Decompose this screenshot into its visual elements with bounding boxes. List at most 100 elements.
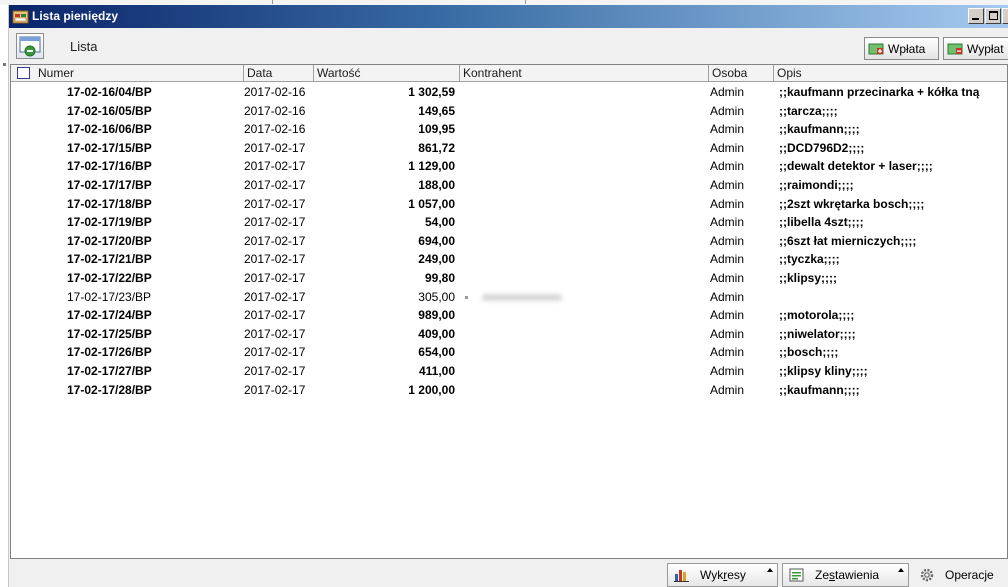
money-list[interactable]: Numer Data Wartość Kontrahent Osoba Opis… [10,64,1008,559]
table-row[interactable]: 17-02-17/22/BP 2017-02-17 99,80 Admin ;;klip… [11,269,1007,288]
column-header-opis[interactable]: Opis [773,65,1007,82]
cell-data: 2017-02-17 [244,289,306,304]
cell-kontrahent [465,250,705,269]
cell-data: 2017-02-17 [244,326,306,341]
zestawienia-label-c: tawienia [835,568,880,582]
wykresy-label-c: esy [727,568,746,582]
cell-numer: 17-02-16/06/BP [67,122,152,137]
wyplata-label: Wypłat [967,41,1004,56]
redaction-dot [465,295,468,299]
cell-wartosc: 99,80 [424,270,455,285]
table-row[interactable]: 17-02-17/25/BP 2017-02-17 409,00 Admin ;;niw… [11,325,1007,344]
cell-opis: ;;6szt łat mierniczych;;;; [779,233,917,248]
table-row[interactable]: 17-02-16/06/BP 2017-02-16 109,95 Admin ;;kau… [11,120,1007,139]
top-tick [272,0,273,4]
column-header-data[interactable]: Data [243,65,313,82]
table-row[interactable]: 17-02-16/04/BP 2017-02-16 1 302,59 Admin ;;k… [11,83,1007,102]
wykresy-button[interactable]: Wykresy [667,563,778,587]
list-view-button[interactable] [16,33,44,59]
toolbar: Lista Wpłata Wypłat [9,28,1008,64]
table-row[interactable]: 17-02-17/28/BP 2017-02-17 1 200,00 Admin ;;k… [11,381,1007,400]
list-header: Numer Data Wartość Kontrahent Osoba Opis [11,65,1007,82]
window-title: Lista pieniędzy [32,9,119,23]
column-header-kontrahent[interactable]: Kontrahent [459,65,708,82]
toolbar-title: Lista [70,39,98,54]
maximize-button[interactable] [985,8,1001,24]
cell-osoba: Admin [710,103,745,118]
cell-kontrahent [465,213,705,232]
cell-wartosc: 249,00 [418,252,455,267]
cell-kontrahent [465,269,705,288]
cell-data: 2017-02-17 [244,196,306,211]
cell-data: 2017-02-17 [244,308,306,323]
money-list-window: Lista pieniędzy Lista Wpłata Wypłat Nume… [9,5,1008,587]
table-row[interactable]: 17-02-17/18/BP 2017-02-17 1 057,00 Admin ;;2… [11,195,1007,214]
table-row[interactable]: 17-02-17/19/BP 2017-02-17 54,00 Admin ;;libe… [11,213,1007,232]
table-row[interactable]: 17-02-17/16/BP 2017-02-17 1 129,00 Admin ;;d… [11,157,1007,176]
table-row[interactable]: 17-02-17/21/BP 2017-02-17 249,00 Admin ;;tyc… [11,250,1007,269]
zestawienia-label-a: Ze [815,568,830,582]
column-header-wartosc[interactable]: Wartość [313,65,459,82]
list-rows: 17-02-16/04/BP 2017-02-16 1 302,59 Admin ;;k… [11,83,1007,399]
cell-osoba: Admin [710,289,745,304]
cell-opis: ;;tyczka;;;; [779,252,840,267]
zestawienia-button[interactable]: Zestawienia [782,563,909,587]
wykresy-label-a: Wyk [700,568,724,582]
column-header-numer[interactable]: Numer [35,65,243,82]
cell-data: 2017-02-17 [244,159,306,174]
cell-osoba: Admin [710,196,745,211]
table-row[interactable]: 17-02-17/24/BP 2017-02-17 989,00 Admin ;;mot… [11,306,1007,325]
cell-data: 2017-02-17 [244,345,306,360]
select-all-checkbox[interactable] [17,67,30,79]
cell-wartosc: 149,65 [418,103,455,118]
cell-data: 2017-02-17 [244,252,306,267]
cell-numer: 17-02-17/19/BP [67,215,152,230]
cell-data: 2017-02-17 [244,233,306,248]
column-header-osoba[interactable]: Osoba [708,65,773,82]
cell-kontrahent [465,157,705,176]
wplata-button[interactable]: Wpłata [864,37,939,60]
cell-kontrahent [465,362,705,381]
cell-osoba: Admin [710,122,745,137]
list-window-icon [19,36,41,57]
table-row[interactable]: 17-02-17/17/BP 2017-02-17 188,00 Admin ;;rai… [11,176,1007,195]
app-icon [12,10,29,24]
title-bar[interactable]: Lista pieniędzy [9,5,1008,28]
cell-kontrahent [465,325,705,344]
table-row[interactable]: 17-02-17/15/BP 2017-02-17 861,72 Admin ;;DCD… [11,139,1007,158]
left-gutter [0,5,9,587]
cell-osoba: Admin [710,177,745,192]
cell-wartosc: 1 129,00 [408,159,455,174]
payment-out-icon [947,43,963,54]
cell-osoba: Admin [710,345,745,360]
minimize-icon [972,18,979,20]
cell-osoba: Admin [710,85,745,99]
table-row[interactable]: 17-02-17/23/BP 2017-02-17 305,00 Admin [11,288,1007,307]
cell-numer: 17-02-17/21/BP [67,252,152,267]
cell-opis: ;;kaufmann;;;; [779,122,860,137]
cell-wartosc: 109,95 [418,122,455,137]
cell-osoba: Admin [710,140,745,155]
redacted-kontrahent [482,293,562,301]
wyplata-button[interactable]: Wypłat [943,37,1008,60]
cell-opis: ;;tarcza;;;; [779,103,838,118]
cell-wartosc: 188,00 [418,177,455,192]
table-row[interactable]: 17-02-17/26/BP 2017-02-17 654,00 Admin ;;bos… [11,343,1007,362]
cell-kontrahent [465,343,705,362]
minimize-button[interactable] [968,8,984,24]
table-row[interactable]: 17-02-17/27/BP 2017-02-17 411,00 Admin ;;kli… [11,362,1007,381]
cell-data: 2017-02-17 [244,215,306,230]
cell-opis: ;;motorola;;;; [779,308,855,323]
cell-data: 2017-02-17 [244,270,306,285]
cell-osoba: Admin [710,326,745,341]
table-row[interactable]: 17-02-16/05/BP 2017-02-16 149,65 Admin ;;tar… [11,102,1007,121]
table-row[interactable]: 17-02-17/20/BP 2017-02-17 694,00 Admin ;;6sz… [11,232,1007,251]
zestawienia-caret-icon [898,568,904,572]
cell-wartosc: 409,00 [418,326,455,341]
cell-opis [779,288,1007,307]
operacje-button[interactable]: Operacje [913,563,1008,587]
cell-wartosc: 411,00 [418,363,455,378]
bottom-bar: Wykresy Zestawienia Operacje [9,560,1008,587]
cell-wartosc: 1 200,00 [408,382,455,397]
close-button[interactable] [1002,8,1008,24]
